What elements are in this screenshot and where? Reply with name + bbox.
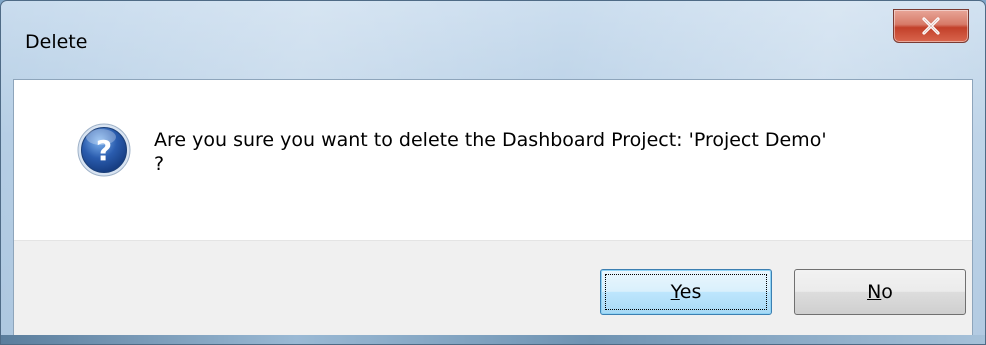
- button-area: Yes No: [14, 240, 972, 339]
- svg-text:?: ?: [96, 134, 112, 167]
- delete-dialog-window: Delete ? Are you sure you want to delete…: [0, 0, 986, 345]
- message-line-2: ?: [154, 153, 165, 175]
- yes-button[interactable]: Yes: [600, 269, 772, 315]
- no-accelerator: N: [867, 281, 882, 303]
- dialog-client-area: ? Are you sure you want to delete the Da…: [13, 79, 973, 339]
- no-button[interactable]: No: [794, 269, 966, 315]
- window-title: Delete: [25, 31, 88, 53]
- window-bottom-frame: [1, 335, 985, 344]
- no-label-rest: o: [881, 281, 893, 303]
- yes-label-rest: es: [679, 281, 702, 303]
- message-area: ? Are you sure you want to delete the Da…: [14, 80, 972, 240]
- title-bar[interactable]: Delete: [1, 1, 985, 79]
- yes-accelerator: Y: [670, 281, 680, 303]
- message-line-1: Are you sure you want to delete the Dash…: [154, 129, 827, 151]
- close-button[interactable]: [893, 9, 969, 43]
- no-button-label: No: [867, 281, 893, 303]
- confirmation-message: Are you sure you want to delete the Dash…: [154, 128, 827, 176]
- close-x-icon: [922, 17, 940, 35]
- question-icon: ?: [77, 123, 131, 177]
- yes-button-label: Yes: [671, 281, 702, 303]
